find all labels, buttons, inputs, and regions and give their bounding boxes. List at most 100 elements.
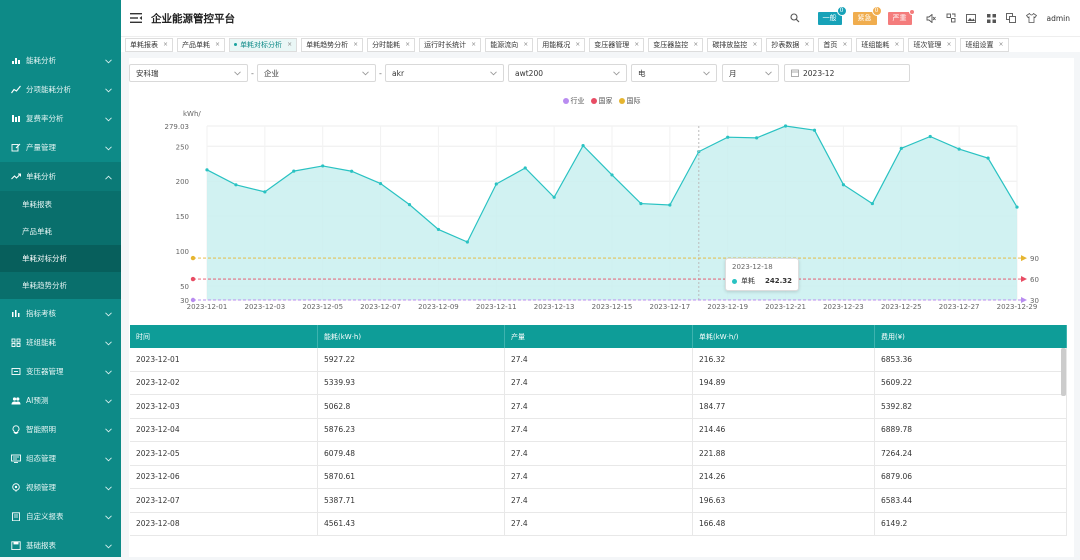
tab-item[interactable]: 抄表数据 × [766,37,815,52]
sidebar-item-trend[interactable]: 单耗分析 [0,162,121,191]
close-icon[interactable]: × [804,41,809,48]
column-header[interactable]: 时间 [130,325,318,348]
data-point[interactable] [1015,205,1019,209]
table-row[interactable]: 2023-12-08 4561.43 27.4 166.48 6149.2 [130,512,1067,536]
sidebar-subitem[interactable]: 单耗趋势分析 [0,272,121,299]
tab-item[interactable]: 首页 × [818,37,853,52]
device-select[interactable]: awt200 [508,64,627,82]
data-point[interactable] [263,190,267,194]
sidebar-item-line-chart[interactable]: 分项能耗分析 [0,75,121,104]
sidebar-subitem[interactable]: 产品单耗 [0,218,121,245]
table-row[interactable]: 2023-12-06 5870.61 27.4 214.26 6879.06 [130,465,1067,489]
tab-item[interactable]: 班组能耗 × [856,37,905,52]
close-icon[interactable]: × [287,41,292,48]
legend-item[interactable]: 国际 [618,96,641,106]
sidebar-item-grid[interactable]: 班组能耗 [0,328,121,357]
shirt-skin-icon[interactable] [1025,13,1037,24]
copy-icon[interactable] [1006,13,1017,24]
close-icon[interactable]: × [353,41,358,48]
table-row[interactable]: 2023-12-07 5387.71 27.4 196.63 6583.44 [130,489,1067,513]
tab-item[interactable]: 用能概况 × [537,37,586,52]
close-icon[interactable]: × [575,41,580,48]
sidebar-item-transformer[interactable]: 变压器管理 [0,357,121,386]
alarm-badge[interactable]: 紧急 0 [852,5,882,25]
close-icon[interactable]: × [215,41,220,48]
data-point[interactable] [494,182,498,186]
column-header[interactable]: 能耗(kW·h) [318,325,505,348]
column-header[interactable]: 单耗(kW·h/) [693,325,875,348]
data-point[interactable] [610,173,614,177]
energy-type-select[interactable]: 电 [631,64,717,82]
org-select[interactable]: 安科瑞 [129,64,248,82]
tab-item[interactable]: 变压器监控 × [648,37,704,52]
data-point[interactable] [350,169,354,173]
column-header[interactable]: 产量 [505,325,693,348]
data-point[interactable] [899,146,903,150]
data-point[interactable] [436,227,441,232]
table-scrollbar[interactable] [1061,348,1066,396]
mute-icon[interactable] [926,13,937,24]
legend-item[interactable]: 国家 [590,96,613,106]
close-icon[interactable]: × [523,41,528,48]
apps-grid-icon[interactable] [986,13,997,24]
data-point[interactable] [668,203,672,207]
data-point[interactable] [581,143,585,148]
data-point[interactable] [986,156,990,160]
tab-item[interactable]: 分时能耗 × [367,37,416,52]
sidebar-item-columns[interactable]: 复费率分析 [0,104,121,133]
data-point[interactable] [523,166,527,170]
close-icon[interactable]: × [894,41,899,48]
tab-item[interactable]: 运行时长统计 × [419,37,482,52]
image-icon[interactable] [966,13,977,24]
tab-item[interactable]: 单耗对标分析 × [229,37,298,52]
sidebar-item-bulb[interactable]: 智能照明 [0,415,121,444]
unit-select[interactable]: akr [385,64,504,82]
column-header[interactable]: 费用(¥) [875,325,1067,348]
close-icon[interactable]: × [405,41,410,48]
data-point[interactable] [205,168,209,172]
data-point[interactable] [726,135,730,139]
legend-item[interactable]: 行业 [562,96,585,106]
data-point[interactable] [755,136,759,140]
sidebar-item-report[interactable]: 自定义报表 [0,502,121,531]
data-point[interactable] [292,169,296,173]
close-icon[interactable]: × [634,41,639,48]
data-point[interactable] [321,164,325,168]
data-point[interactable] [870,201,874,206]
close-icon[interactable]: × [946,41,951,48]
tab-item[interactable]: 班次管理 × [908,37,957,52]
data-point[interactable] [841,183,846,187]
tab-item[interactable]: 变压器管理 × [589,37,645,52]
data-point[interactable] [639,201,643,206]
sidebar-item-edit[interactable]: 产量管理 [0,133,121,162]
data-point[interactable] [957,147,961,151]
table-row[interactable]: 2023-12-01 5927.22 27.4 216.32 6853.36 [130,348,1067,372]
sidebar-item-users[interactable]: AI预测 [0,386,121,415]
close-icon[interactable]: × [842,41,847,48]
search-icon[interactable] [790,13,801,24]
tab-item[interactable]: 单耗报表 × [125,37,174,52]
alarm-badge[interactable]: 一般 0 [817,5,847,25]
data-point[interactable] [552,195,556,199]
table-row[interactable]: 2023-12-05 6079.48 27.4 221.88 7264.24 [130,442,1067,466]
data-point[interactable] [928,134,932,139]
level-select[interactable]: 企业 [257,64,376,82]
sidebar-item-bars[interactable]: 指标考核 [0,299,121,328]
close-icon[interactable]: × [471,41,476,48]
close-icon[interactable]: × [163,41,168,48]
close-icon[interactable]: × [693,41,698,48]
tab-item[interactable]: 产品单耗 × [177,37,226,52]
close-icon[interactable]: × [752,41,757,48]
sidebar-item-bar-chart[interactable]: 能耗分析 [0,46,121,75]
data-point[interactable] [407,203,412,207]
sidebar-item-disk[interactable]: 基础报表 [0,531,121,560]
period-select[interactable]: 月 [722,64,779,82]
sidebar-item-camera[interactable]: 视频管理 [0,473,121,502]
table-row[interactable]: 2023-12-03 5062.8 27.4 184.77 5392.82 [130,395,1067,419]
alarm-badge[interactable]: 严重 [887,8,915,25]
data-point[interactable] [465,240,469,244]
user-menu[interactable]: admin [1047,14,1071,23]
table-row[interactable]: 2023-12-04 5876.23 27.4 214.46 6889.78 [130,418,1067,442]
data-point[interactable] [234,183,238,187]
tab-item[interactable]: 能源流向 × [485,37,534,52]
